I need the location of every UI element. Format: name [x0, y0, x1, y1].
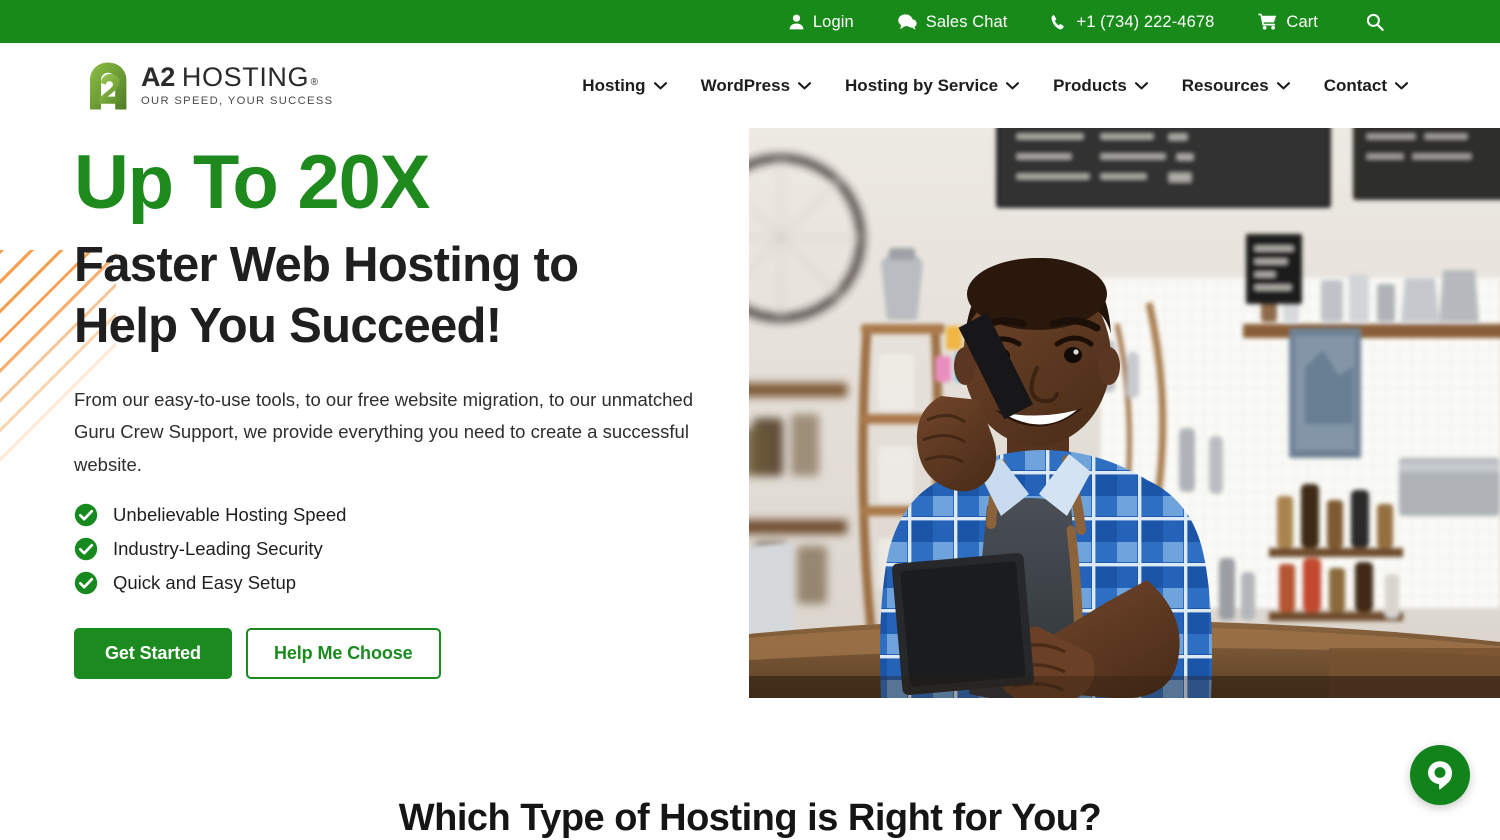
chevron-down-icon	[798, 82, 811, 90]
hero-title-line-1: Faster Web Hosting to	[74, 238, 578, 292]
phone-icon	[1051, 14, 1067, 30]
login-label: Login	[813, 14, 854, 31]
login-link[interactable]: Login	[767, 0, 876, 43]
nav-label: WordPress	[701, 76, 790, 96]
nav-item-contact[interactable]: Contact	[1307, 43, 1408, 128]
list-item: Unbelievable Hosting Speed	[74, 503, 734, 527]
main-header: A2 HOSTING ® OUR SPEED, YOUR SUCCESS Hos…	[0, 43, 1500, 128]
user-icon	[789, 14, 804, 30]
logo-tagline: OUR SPEED, YOUR SUCCESS	[141, 95, 333, 107]
sales-chat-label: Sales Chat	[926, 14, 1008, 31]
get-started-button[interactable]: Get Started	[74, 628, 232, 679]
check-circle-icon	[74, 537, 98, 561]
help-me-choose-button[interactable]: Help Me Choose	[246, 628, 441, 679]
chat-bubble-icon	[898, 14, 917, 30]
cart-icon	[1258, 13, 1277, 30]
page-title: Faster Web Hosting to Help You Succeed!	[74, 235, 734, 357]
a2-logo-mark	[88, 61, 132, 111]
hero-image	[749, 128, 1500, 698]
hero-title-line-2: Help You Succeed!	[74, 299, 501, 353]
nav-item-products[interactable]: Products	[1036, 43, 1165, 128]
hero-copy: Up To 20X Faster Web Hosting to Help You…	[74, 145, 734, 679]
nav-item-hosting[interactable]: Hosting	[565, 43, 683, 128]
chevron-down-icon	[1006, 82, 1019, 90]
nav-label: Resources	[1182, 76, 1269, 96]
hero-eyebrow: Up To 20X	[74, 145, 734, 221]
feature-label: Industry-Leading Security	[113, 540, 323, 559]
search-button[interactable]	[1340, 0, 1402, 43]
logo-hosting: HOSTING	[182, 64, 309, 92]
chat-widget-button[interactable]	[1410, 745, 1470, 805]
main-navigation: Hosting WordPress Hosting by Service Pro…	[565, 43, 1408, 128]
section-heading: Which Type of Hosting is Right for You?	[0, 797, 1500, 840]
chat-pin-icon	[1425, 759, 1455, 791]
chevron-down-icon	[654, 82, 667, 90]
cta-button-row: Get Started Help Me Choose	[74, 628, 734, 679]
chevron-down-icon	[1395, 82, 1408, 90]
nav-label: Products	[1053, 76, 1127, 96]
feature-label: Unbelievable Hosting Speed	[113, 506, 346, 525]
feature-list: Unbelievable Hosting Speed Industry-Lead…	[74, 503, 734, 595]
check-circle-icon	[74, 503, 98, 527]
nav-label: Hosting by Service	[845, 76, 998, 96]
registered-mark: ®	[311, 78, 319, 88]
nav-item-hosting-by-service[interactable]: Hosting by Service	[828, 43, 1036, 128]
logo-a2: A2	[141, 64, 175, 92]
search-icon	[1366, 13, 1384, 31]
hero-section: Up To 20X Faster Web Hosting to Help You…	[0, 128, 1500, 832]
site-logo[interactable]: A2 HOSTING ® OUR SPEED, YOUR SUCCESS	[88, 61, 333, 111]
cart-link[interactable]: Cart	[1236, 0, 1340, 43]
hero-description: From our easy-to-use tools, to our free …	[74, 384, 722, 483]
check-circle-icon	[74, 571, 98, 595]
list-item: Quick and Easy Setup	[74, 571, 734, 595]
nav-item-wordpress[interactable]: WordPress	[684, 43, 828, 128]
nav-label: Hosting	[582, 76, 645, 96]
chevron-down-icon	[1135, 82, 1148, 90]
top-utility-bar: Login Sales Chat +1 (734) 222-4678	[0, 0, 1500, 43]
chevron-down-icon	[1277, 82, 1290, 90]
logo-title: A2 HOSTING ®	[141, 64, 333, 92]
cart-label: Cart	[1286, 14, 1318, 31]
nav-label: Contact	[1324, 76, 1387, 96]
feature-label: Quick and Easy Setup	[113, 574, 296, 593]
logo-text: A2 HOSTING ® OUR SPEED, YOUR SUCCESS	[141, 64, 333, 107]
nav-item-resources[interactable]: Resources	[1165, 43, 1307, 128]
phone-link[interactable]: +1 (734) 222-4678	[1029, 0, 1236, 43]
list-item: Industry-Leading Security	[74, 537, 734, 561]
sales-chat-link[interactable]: Sales Chat	[876, 0, 1030, 43]
phone-number-label: +1 (734) 222-4678	[1076, 14, 1214, 31]
cafe-owner-photo	[749, 128, 1500, 698]
